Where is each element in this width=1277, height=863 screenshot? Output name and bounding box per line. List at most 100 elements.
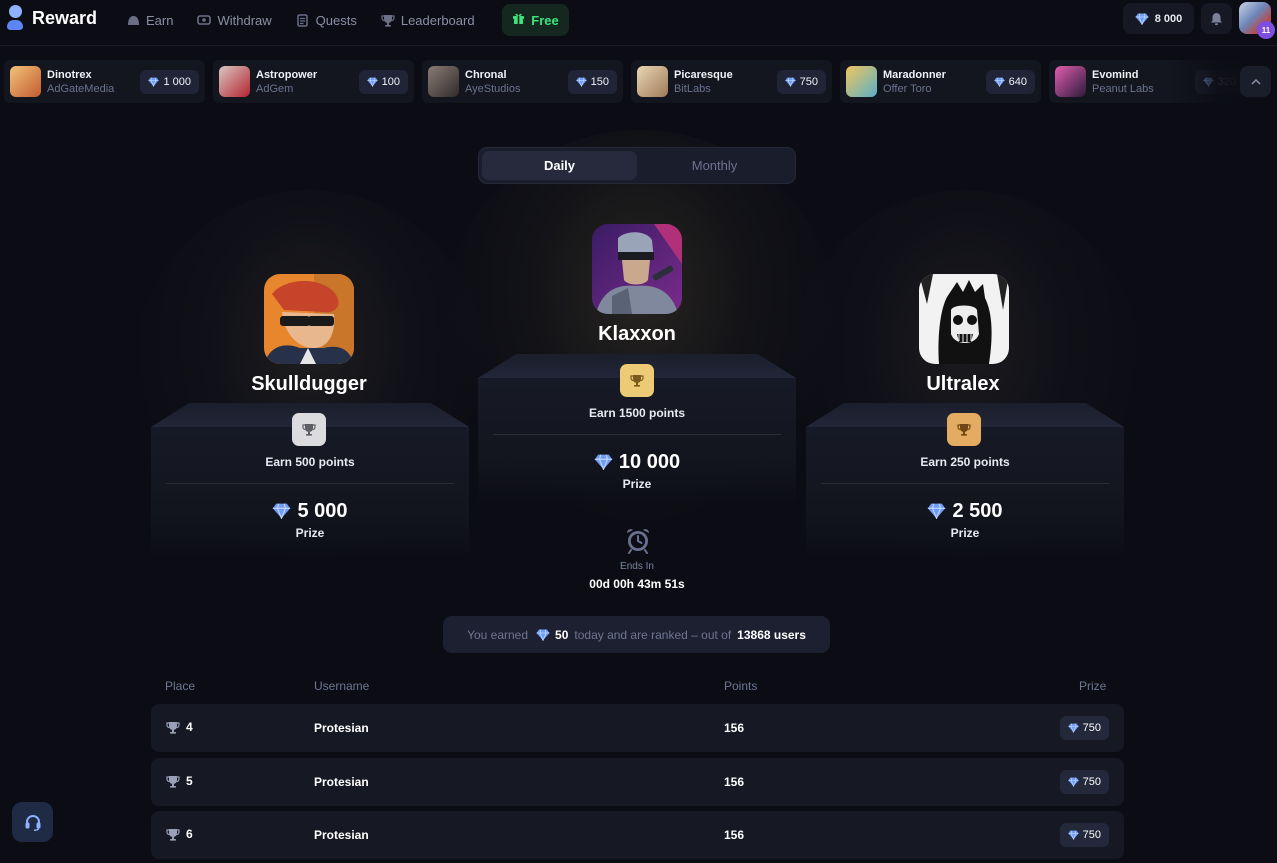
gem-icon: [576, 77, 587, 87]
earned-prefix: You earned: [467, 627, 529, 642]
table-row[interactable]: 4 Protesian 156 750: [151, 704, 1124, 752]
offer-card[interactable]: Picaresque BitLabs 750: [631, 60, 832, 103]
bell-icon: [1211, 12, 1222, 25]
nav-item-withdraw[interactable]: Withdraw: [197, 12, 272, 28]
row-username: Protesian: [314, 721, 369, 735]
trophy-icon: [630, 375, 644, 387]
leaderboard-icon: [381, 13, 395, 27]
nav-item-withdraw-label: Withdraw: [217, 12, 272, 28]
row-points: 156: [724, 721, 745, 735]
nav-item-leaderboard[interactable]: Leaderboard: [381, 13, 475, 28]
offer-thumbnail: [846, 66, 877, 97]
offer-thumbnail: [1055, 66, 1086, 97]
nav-item-earn-label: Earn: [146, 12, 174, 28]
earned-amount: 50: [555, 627, 569, 642]
row-prize-value: 750: [1082, 776, 1101, 788]
period-toggle: Daily Monthly: [478, 147, 796, 184]
offer-reward: 150: [567, 70, 617, 94]
podium-second-name: Skulldugger: [251, 373, 367, 395]
offer-name: Evomind: [1092, 69, 1139, 81]
row-place-value: 6: [186, 827, 193, 841]
level-badge: 11: [1257, 21, 1275, 39]
offer-reward: 1 000: [140, 70, 199, 94]
offers-scroll-button[interactable]: [1240, 66, 1271, 97]
tab-daily[interactable]: Daily: [482, 151, 637, 180]
tab-monthly[interactable]: Monthly: [637, 151, 792, 180]
row-prize-value: 750: [1082, 722, 1101, 734]
nav-item-quests[interactable]: Quests: [296, 13, 357, 28]
podium-third-divider: [821, 483, 1109, 484]
row-place: 5: [166, 774, 193, 788]
gem-icon: [536, 628, 550, 641]
nav-item-earn[interactable]: Earn: [126, 13, 173, 28]
user-avatar-button[interactable]: 11: [1239, 2, 1275, 39]
podium-second-prize-value: 5 000: [297, 499, 348, 522]
row-username: Protesian: [314, 775, 369, 789]
offer-card[interactable]: Maradonner Offer Toro 640: [840, 60, 1041, 103]
podium-second-trophy: [292, 413, 326, 446]
offer-reward: 750: [776, 70, 826, 94]
notifications-button[interactable]: [1201, 3, 1232, 34]
row-place-value: 5: [186, 774, 193, 788]
table-row[interactable]: 6 Protesian 156 750: [151, 811, 1124, 859]
offer-thumbnail: [637, 66, 668, 97]
offer-name: Astropower: [256, 69, 318, 81]
offer-thumbnail: [219, 66, 250, 97]
trophy-icon: [957, 424, 971, 436]
podium-second-divider: [166, 483, 454, 484]
app-name: Reward: [32, 8, 98, 28]
offer-source: AdGem: [256, 83, 294, 95]
balance-badge[interactable]: 8 000: [1123, 3, 1194, 34]
offer-reward-value: 1 000: [163, 76, 191, 88]
support-button[interactable]: [12, 802, 53, 842]
row-points: 156: [724, 775, 745, 789]
row-username: Protesian: [314, 828, 369, 842]
podium-first-prize-value: 10 000: [618, 450, 681, 473]
podium-first-earn: Earn 1500 points: [588, 406, 686, 420]
gem-icon: [1135, 12, 1149, 25]
table-row[interactable]: 5 Protesian 156 750: [151, 758, 1124, 806]
row-points: 156: [724, 828, 745, 842]
earn-icon: [126, 13, 140, 27]
top-bar: Reward Earn Withdraw Quests Leaderboard: [0, 0, 1277, 46]
column-header-username: Username: [314, 679, 370, 693]
balance-value: 8 000: [1154, 12, 1183, 25]
offer-name: Dinotrex: [47, 69, 92, 81]
offer-source: AdGateMedia: [47, 83, 115, 95]
earned-summary: You earned 50 today and are ranked – out…: [443, 616, 830, 653]
trophy-icon: [302, 424, 316, 436]
free-button[interactable]: Free: [502, 4, 569, 36]
gem-icon: [594, 454, 613, 470]
offer-card[interactable]: Chronal AyeStudios 150: [422, 60, 623, 103]
podium-first-divider: [493, 434, 781, 435]
row-prize: 750: [1059, 823, 1109, 847]
gem-icon: [367, 77, 378, 87]
column-header-points: Points: [724, 679, 758, 693]
podium-third-earn: Earn 250 points: [920, 455, 1010, 469]
alarm-clock-icon: [627, 529, 649, 554]
chevron-up-icon: [1250, 78, 1261, 85]
gem-icon: [994, 77, 1005, 87]
offer-card[interactable]: Dinotrex AdGateMedia 1 000: [4, 60, 205, 103]
row-place: 4: [166, 720, 193, 734]
offer-reward: 640: [985, 70, 1035, 94]
logo[interactable]: Reward: [7, 5, 97, 32]
offer-source: AyeStudios: [465, 83, 521, 95]
withdraw-icon: [197, 13, 212, 27]
offer-source: Offer Toro: [883, 83, 932, 95]
offer-card[interactable]: Astropower AdGem 100: [213, 60, 414, 103]
gem-icon: [928, 503, 946, 519]
offers-strip: Dinotrex AdGateMedia 1 000 Astropower AdGem 1…: [4, 60, 1277, 104]
quests-icon: [296, 13, 310, 27]
offer-name: Picaresque: [674, 69, 733, 81]
podium-second-earn: Earn 500 points: [265, 455, 355, 469]
trophy-icon: [166, 775, 180, 788]
podium-first-prize: 10 000: [478, 449, 796, 475]
podium-second-avatar: [264, 274, 354, 364]
nav-item-leaderboard-label: Leaderboard: [400, 12, 475, 28]
gem-icon: [785, 77, 796, 87]
offer-reward-value: 750: [799, 76, 818, 88]
offer-name: Maradonner: [883, 69, 946, 81]
podium-third-name: Ultralex: [926, 373, 1000, 395]
gem-icon: [1068, 723, 1079, 733]
